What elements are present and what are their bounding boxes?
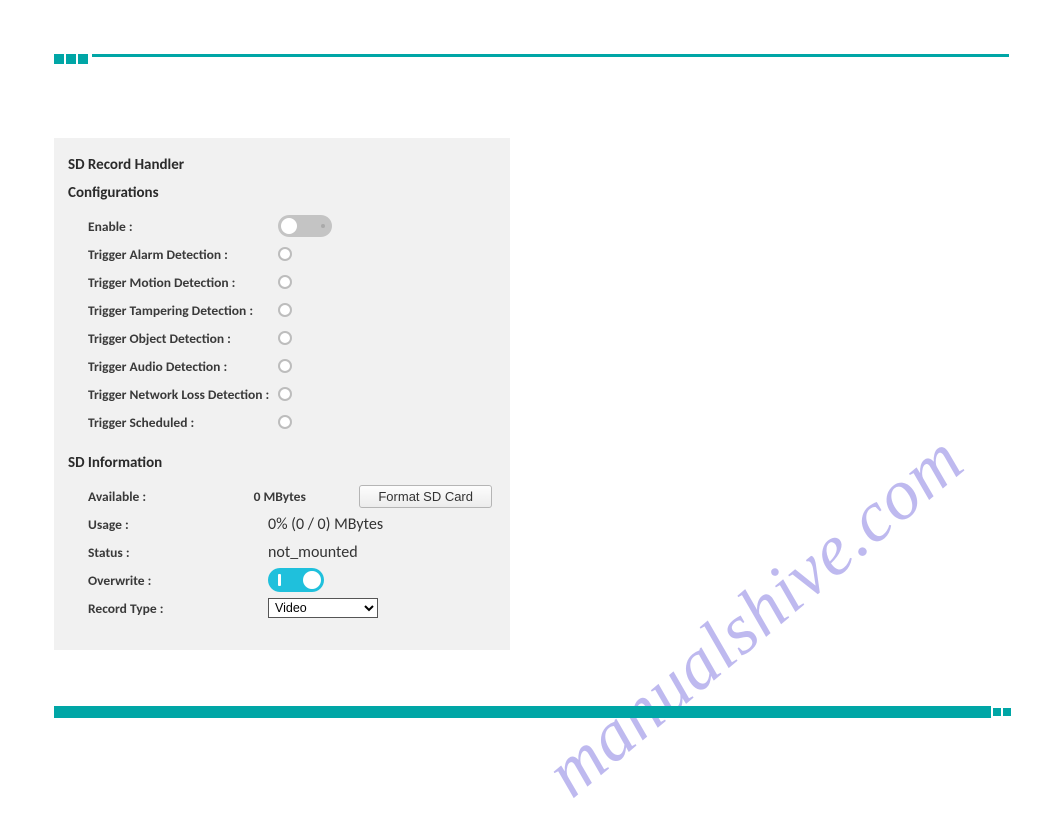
record-type-row: Record Type : Video: [68, 594, 492, 622]
overwrite-toggle[interactable]: [268, 568, 324, 592]
trigger-object-row: Trigger Object Detection :: [68, 324, 492, 352]
trigger-audio-label: Trigger Audio Detection :: [88, 358, 278, 375]
available-row: Available : 0 MBytes Format SD Card: [68, 482, 492, 510]
configurations-heading: Configurations: [68, 184, 492, 202]
trigger-scheduled-label: Trigger Scheduled :: [88, 414, 278, 431]
trigger-alarm-radio[interactable]: [278, 247, 292, 261]
trigger-motion-row: Trigger Motion Detection :: [68, 268, 492, 296]
enable-label: Enable :: [88, 218, 278, 235]
record-type-select[interactable]: Video: [268, 598, 378, 618]
sd-record-panel: SD Record Handler Configurations Enable …: [54, 138, 510, 650]
available-label: Available :: [88, 488, 254, 505]
top-squares: [54, 54, 88, 64]
trigger-network-row: Trigger Network Loss Detection :: [68, 380, 492, 408]
trigger-motion-radio[interactable]: [278, 275, 292, 289]
watermark-text: manualshive.com: [530, 364, 1043, 813]
status-value: not_mounted: [268, 543, 358, 562]
trigger-tampering-radio[interactable]: [278, 303, 292, 317]
usage-value: 0% (0 / 0) MBytes: [268, 515, 383, 534]
sd-info-heading: SD Information: [68, 454, 492, 472]
trigger-audio-row: Trigger Audio Detection :: [68, 352, 492, 380]
trigger-motion-label: Trigger Motion Detection :: [88, 274, 278, 291]
trigger-audio-radio[interactable]: [278, 359, 292, 373]
usage-row: Usage : 0% (0 / 0) MBytes: [68, 510, 492, 538]
enable-row: Enable :: [68, 212, 492, 240]
panel-title: SD Record Handler: [68, 156, 492, 174]
status-label: Status :: [88, 544, 268, 561]
available-value: 0 MBytes: [254, 488, 360, 505]
trigger-object-radio[interactable]: [278, 331, 292, 345]
trigger-scheduled-radio[interactable]: [278, 415, 292, 429]
enable-toggle[interactable]: [278, 215, 332, 237]
trigger-object-label: Trigger Object Detection :: [88, 330, 278, 347]
trigger-scheduled-row: Trigger Scheduled :: [68, 408, 492, 436]
trigger-tampering-label: Trigger Tampering Detection :: [88, 302, 278, 319]
overwrite-label: Overwrite :: [88, 572, 268, 589]
format-sd-button[interactable]: Format SD Card: [359, 485, 492, 508]
usage-label: Usage :: [88, 516, 268, 533]
top-decorative-bar: [54, 54, 1009, 62]
trigger-tampering-row: Trigger Tampering Detection :: [68, 296, 492, 324]
status-row: Status : not_mounted: [68, 538, 492, 566]
top-line: [92, 54, 1009, 57]
bottom-decorative-bar: [54, 706, 1009, 718]
trigger-network-radio[interactable]: [278, 387, 292, 401]
trigger-network-label: Trigger Network Loss Detection :: [88, 386, 278, 403]
bottom-squares: [993, 708, 1011, 716]
record-type-label: Record Type :: [88, 600, 268, 617]
trigger-alarm-row: Trigger Alarm Detection :: [68, 240, 492, 268]
trigger-alarm-label: Trigger Alarm Detection :: [88, 246, 278, 263]
overwrite-row: Overwrite :: [68, 566, 492, 594]
